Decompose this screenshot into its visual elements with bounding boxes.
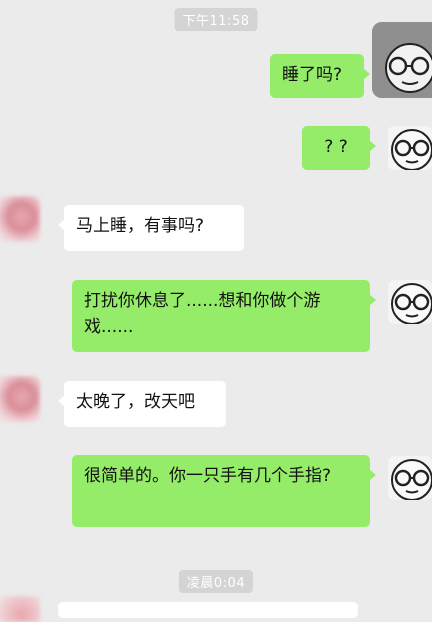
message-text: 打扰你休息了......想和你做个游戏...... <box>84 291 321 337</box>
contact-avatar[interactable] <box>0 196 40 242</box>
my-avatar[interactable] <box>388 280 432 324</box>
timestamp: 下午11:58 <box>174 8 258 31</box>
message-bubble[interactable]: 睡了吗? <box>270 54 370 98</box>
contact-avatar[interactable] <box>0 376 40 422</box>
message-text: 很简单的。你一只手有几个手指? <box>84 466 332 486</box>
message-bubble[interactable]: 打扰你休息了......想和你做个游戏...... <box>72 280 376 352</box>
message-text: 太晚了，改天吧 <box>76 392 195 412</box>
contact-avatar[interactable] <box>0 596 40 622</box>
message-text: 马上睡，有事吗? <box>76 216 205 236</box>
message-bubble[interactable]: 太晚了，改天吧 <box>58 381 226 427</box>
glasses-face-icon <box>391 129 432 170</box>
message-bubble[interactable]: ? ? <box>302 126 376 170</box>
glasses-face-icon <box>391 459 432 500</box>
message-bubble[interactable] <box>58 602 358 618</box>
timestamp: 凌晨0:04 <box>178 570 254 593</box>
my-avatar[interactable] <box>388 126 432 170</box>
my-avatar[interactable] <box>388 456 432 500</box>
message-bubble[interactable]: 很简单的。你一只手有几个手指? <box>72 455 376 527</box>
message-text: ? ? <box>324 137 348 157</box>
glasses-face-icon <box>372 22 432 98</box>
glasses-face-icon <box>391 283 432 324</box>
message-bubble[interactable]: 马上睡，有事吗? <box>58 205 244 251</box>
message-text: 睡了吗? <box>282 65 343 85</box>
my-avatar[interactable] <box>372 22 432 98</box>
